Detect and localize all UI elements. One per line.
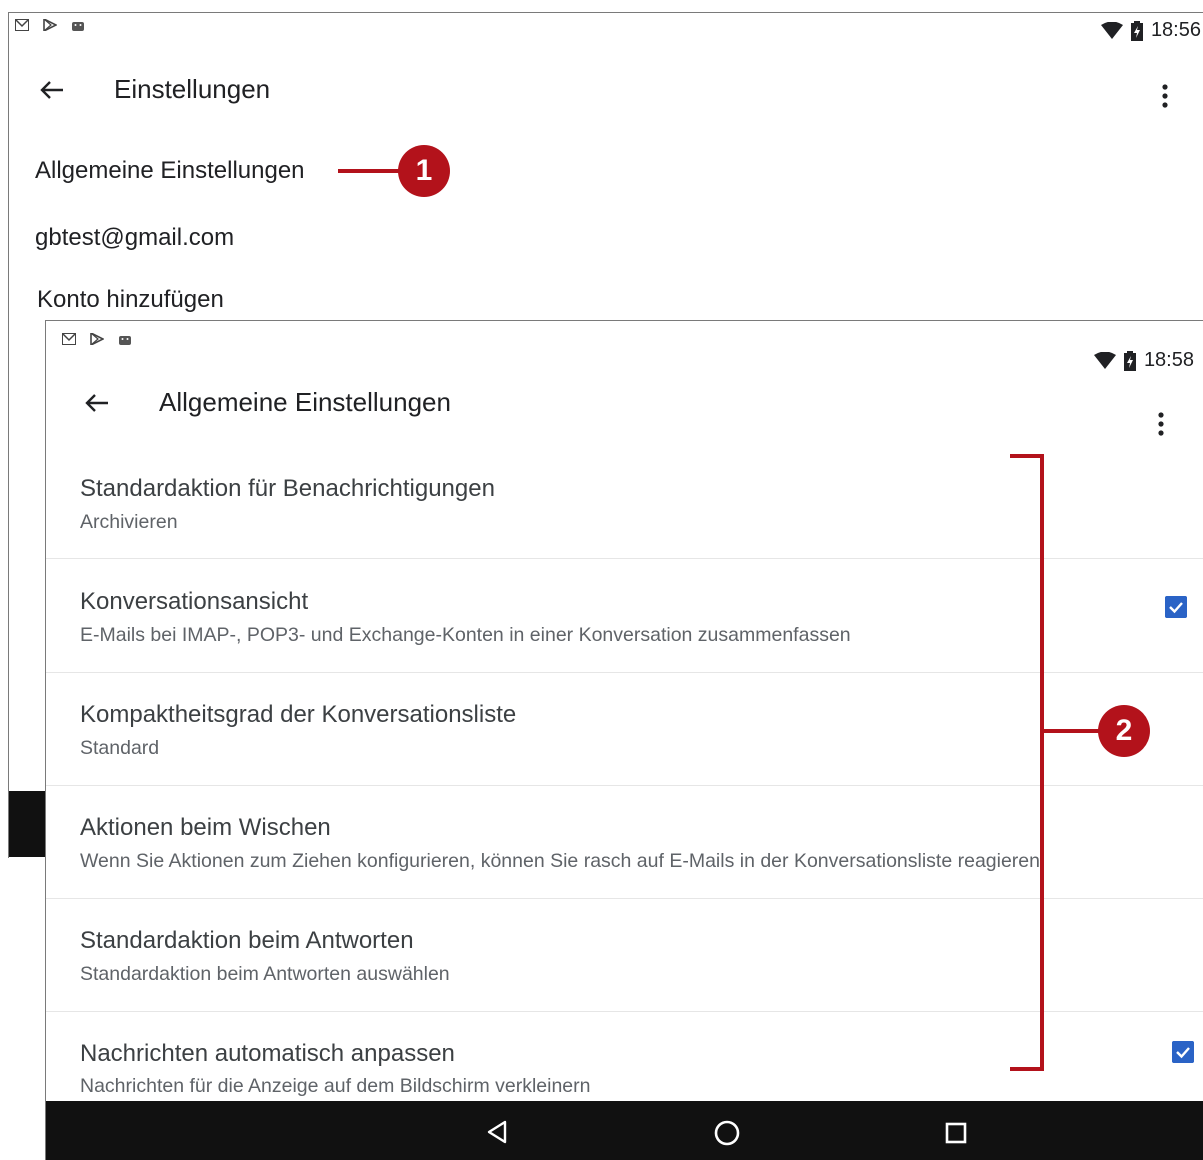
- nav-recents-icon[interactable]: [945, 1122, 967, 1144]
- setting-row-auto-fit[interactable]: Nachrichten automatisch anpassen Nachric…: [46, 1012, 1203, 1101]
- general-settings-screen: 18:58 Allgemeine Einstellungen Standarda…: [45, 320, 1203, 1160]
- menu-item-account[interactable]: gbtest@gmail.com: [35, 224, 234, 252]
- status-time: 18:58: [1143, 349, 1194, 371]
- callout-bracket-bottom: [1010, 1067, 1044, 1071]
- setting-subtitle: Standard: [80, 737, 160, 759]
- overflow-menu-icon[interactable]: [1157, 411, 1165, 437]
- back-arrow-icon[interactable]: [39, 80, 65, 100]
- setting-row-conversation-view[interactable]: Konversationsansicht E-Mails bei IMAP-, …: [46, 559, 1203, 673]
- checkbox-checked-icon[interactable]: [1172, 1041, 1194, 1063]
- battery-icon: [1123, 350, 1136, 371]
- setting-title: Konversationsansicht: [80, 588, 309, 615]
- wifi-icon: [1100, 21, 1123, 39]
- gmail-icon: [15, 19, 29, 31]
- status-bar-right: 18:58: [1093, 349, 1194, 372]
- menu-item-general-settings[interactable]: Allgemeine Einstellungen: [35, 157, 305, 185]
- setting-subtitle: E-Mails bei IMAP-, POP3- und Exchange-Ko…: [80, 624, 851, 646]
- navigation-bar-fragment: [9, 791, 49, 857]
- overflow-menu-icon[interactable]: [1161, 83, 1169, 109]
- nav-back-icon[interactable]: [486, 1120, 508, 1144]
- setting-title: Standardaktion beim Antworten: [80, 927, 414, 954]
- setting-title: Nachrichten automatisch anpassen: [80, 1040, 455, 1067]
- setting-title: Standardaktion für Benachrichtigungen: [80, 475, 495, 502]
- menu-item-add-account[interactable]: Konto hinzufügen: [37, 286, 224, 314]
- setting-subtitle: Archivieren: [80, 511, 178, 533]
- setting-row-list-density[interactable]: Kompaktheitsgrad der Konversationsliste …: [46, 673, 1203, 786]
- callout-badge-2: 2: [1098, 705, 1150, 757]
- battery-icon: [1130, 20, 1143, 41]
- callout-badge-1: 1: [398, 145, 450, 197]
- checkbox-checked-icon[interactable]: [1165, 596, 1187, 618]
- android-icon: [72, 22, 84, 31]
- setting-row-reply-action[interactable]: Standardaktion beim Antworten Standardak…: [46, 899, 1203, 1012]
- setting-row-notification-action[interactable]: Standardaktion für Benachrichtigungen Ar…: [46, 448, 1203, 559]
- back-arrow-icon[interactable]: [84, 393, 110, 413]
- setting-subtitle: Wenn Sie Aktionen zum Ziehen konfigurier…: [80, 850, 1040, 872]
- setting-row-swipe-actions[interactable]: Aktionen beim Wischen Wenn Sie Aktionen …: [46, 786, 1203, 899]
- navigation-bar: [46, 1101, 1203, 1160]
- callout-bracket-vertical: [1040, 454, 1044, 1071]
- page-title: Einstellungen: [114, 74, 271, 104]
- setting-title: Aktionen beim Wischen: [80, 814, 331, 841]
- setting-subtitle: Standardaktion beim Antworten auswählen: [80, 963, 450, 985]
- wifi-icon: [1093, 351, 1116, 369]
- page-title: Allgemeine Einstellungen: [159, 387, 451, 417]
- status-bar-left: [15, 19, 85, 31]
- status-bar-left: [62, 333, 132, 345]
- status-time: 18:56: [1150, 19, 1201, 41]
- gmail-icon: [62, 333, 76, 345]
- nav-home-icon[interactable]: [713, 1119, 741, 1147]
- android-icon: [119, 336, 131, 345]
- setting-subtitle: Nachrichten für die Anzeige auf dem Bild…: [80, 1075, 591, 1097]
- callout-line-2: [1044, 729, 1104, 733]
- callout-bracket-top: [1010, 454, 1044, 458]
- play-store-icon: [43, 19, 57, 31]
- status-bar-right: 18:56: [1100, 19, 1201, 42]
- play-store-icon: [90, 333, 104, 345]
- setting-title: Kompaktheitsgrad der Konversationsliste: [80, 701, 517, 728]
